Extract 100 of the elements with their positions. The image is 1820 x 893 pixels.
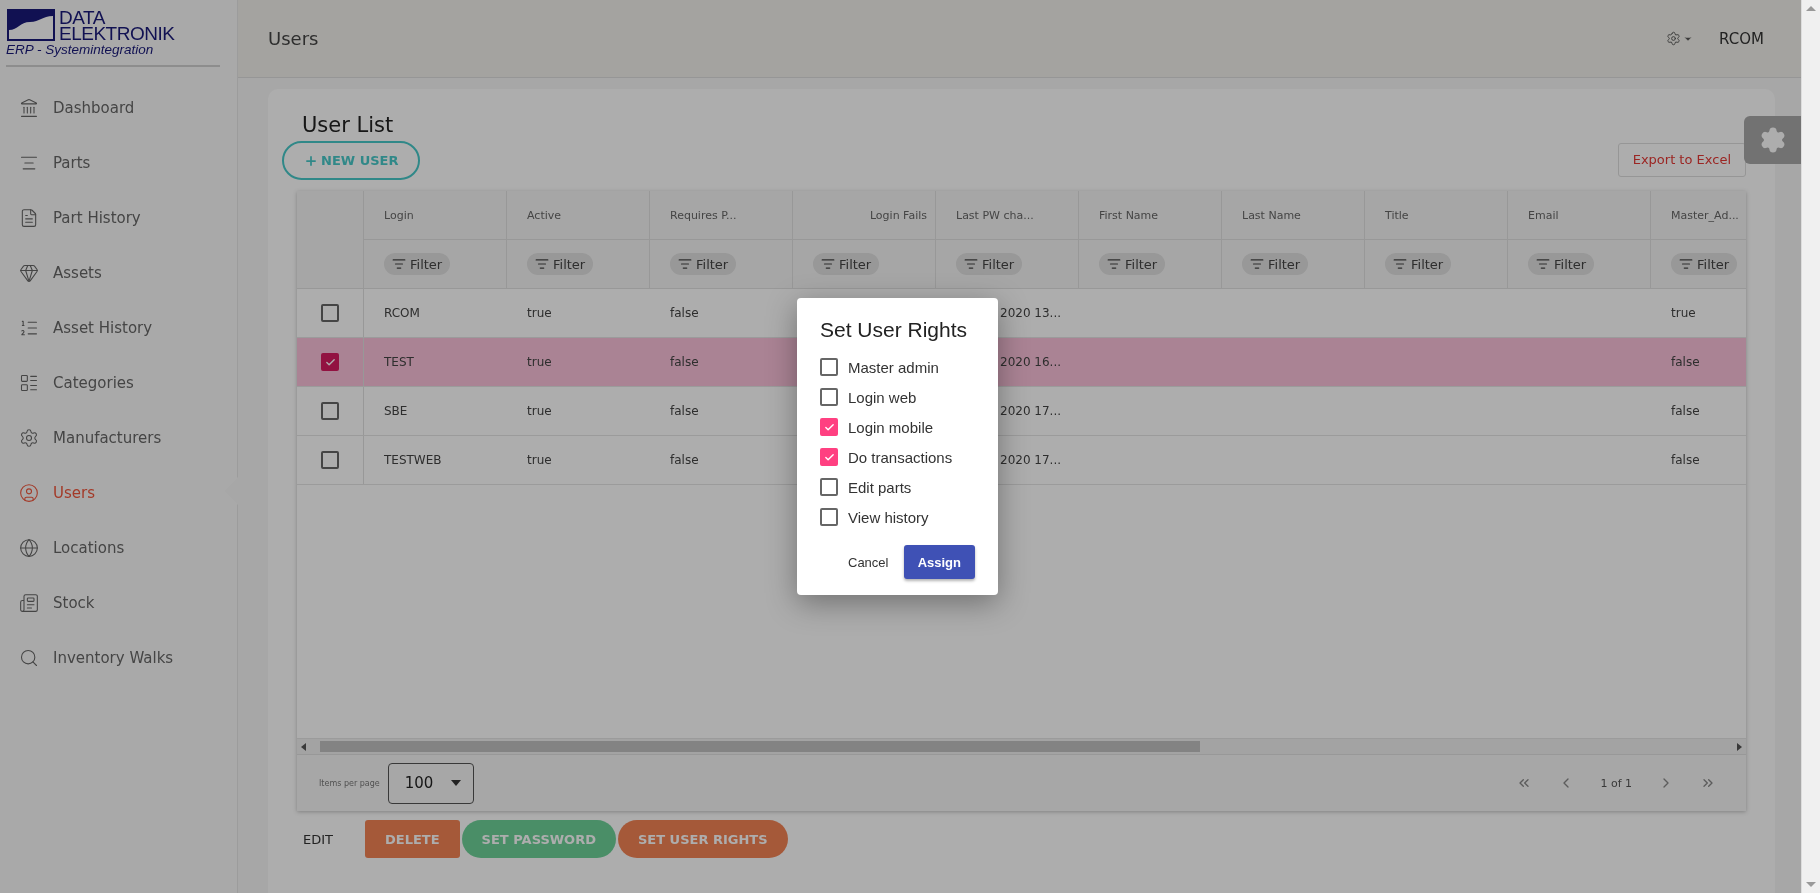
table-cell-text: false [669,305,700,322]
newspaper-icon [19,592,39,613]
table-cell-text: false [669,354,700,371]
sidebar-item[interactable]: Assets [0,245,237,300]
bank-icon [19,97,39,118]
plus-icon [304,153,318,168]
action-button[interactable]: DELETE [365,820,460,858]
logo-mark-icon [6,8,56,42]
check-icon [823,451,835,463]
sidebar-item[interactable]: Part History [0,190,237,245]
filter-button[interactable]: Filter [670,253,737,275]
table-cell-text: false [1670,452,1701,469]
action-button[interactable]: SET USER RIGHTS [617,820,788,858]
table-cell-text: true [526,305,553,322]
filter-icon [1679,257,1693,271]
rights-option[interactable]: View history [820,502,975,532]
column-header[interactable]: Login [364,191,507,240]
filter-button[interactable]: Filter [1385,253,1452,275]
sidebar-item[interactable]: Stock [0,575,237,630]
export-button[interactable]: Export to Excel [1617,142,1746,177]
document-icon [19,207,39,228]
filter-button[interactable]: Filter [384,253,451,275]
sidebar-item[interactable]: Dashboard [0,80,237,135]
globe-icon [19,537,39,558]
filter-button[interactable]: Filter [1528,253,1595,275]
page-info: 1 of 1 [1600,776,1632,790]
table-cell-text: SBE [383,403,409,420]
filter-button[interactable]: Filter [527,253,594,275]
option-label: View history [848,508,929,526]
row-checkbox[interactable] [321,304,339,322]
column-header[interactable]: Last PW cha... [936,191,1079,240]
diamond-icon [19,262,39,283]
column-header[interactable]: Requires P... [650,191,793,240]
table-cell-text: true [526,403,553,420]
check-icon [324,356,336,368]
sidebar-item[interactable]: Manufacturers [0,410,237,465]
rights-option[interactable]: Do transactions [820,442,975,472]
filter-button[interactable]: Filter [1671,253,1738,275]
column-header[interactable]: Title [1365,191,1508,240]
filter-icon [964,257,978,271]
table-cell-text: TESTWEB [383,452,443,469]
action-button[interactable]: EDIT [297,820,353,858]
filter-icon [1250,257,1264,271]
column-header[interactable]: Master_Ad... [1651,191,1746,240]
dialog-button[interactable]: Cancel [834,545,903,579]
sidebar-item[interactable]: Parts [0,135,237,190]
page-size-select[interactable]: 100 [387,762,474,804]
checkbox[interactable] [820,508,838,526]
card-title: User List [302,113,395,137]
column-header[interactable]: Last Name [1222,191,1365,240]
option-label: Login web [848,388,917,406]
logo-tagline: ERP - Systemintegration [6,42,155,57]
sidebar-item[interactable]: Users [0,465,237,520]
filter-button[interactable]: Filter [813,253,880,275]
logo-text: ELEKTRONIK [59,26,175,42]
table-cell-text: false [1670,354,1701,371]
column-header[interactable]: Login Fails [793,191,936,240]
filter-icon [1536,257,1550,271]
sidebar-item[interactable]: Categories [0,355,237,410]
sidebar-item[interactable]: Asset History [0,300,237,355]
dialog-button[interactable]: Assign [903,545,975,579]
horizontal-scrollbar[interactable] [297,738,1746,754]
checkbox[interactable] [820,448,838,466]
filter-icon [678,257,692,271]
page-title: Users [268,28,319,49]
row-checkbox[interactable] [321,451,339,469]
settings-menu-button[interactable] [1666,31,1694,46]
filter-button[interactable]: Filter [956,253,1023,275]
table-cell-text: true [1670,305,1697,322]
sidebar-item[interactable]: Locations [0,520,237,575]
row-checkbox[interactable] [321,353,339,371]
table-cell-text: RCOM [383,305,421,322]
row-checkbox[interactable] [321,402,339,420]
table-cell-text: 2020 17... [999,403,1063,420]
layout-list-icon [19,372,39,393]
settings-panel-button[interactable] [1744,116,1801,164]
filter-button[interactable]: Filter [1242,253,1309,275]
table-cell-text: false [669,452,700,469]
table-cell-text: true [526,452,553,469]
table-cell-text: false [669,403,700,420]
filter-icon [821,257,835,271]
browser-scrollbar[interactable] [1801,0,1820,893]
logo-text: DATA [59,10,106,26]
filter-icon [392,257,406,271]
option-label: Login mobile [848,418,934,436]
column-header[interactable]: Email [1508,191,1651,240]
gear-icon [1666,31,1682,46]
rights-option[interactable]: Master admin [820,352,975,382]
checkbox[interactable] [820,418,838,436]
table-cell-text: true [526,354,553,371]
checkbox[interactable] [820,358,838,376]
column-header[interactable]: First Name [1079,191,1222,240]
checkbox[interactable] [820,478,838,496]
option-label: Do transactions [848,448,953,466]
sidebar-item[interactable]: Inventory Walks [0,630,237,685]
column-header[interactable]: Active [507,191,650,240]
filter-icon [1107,257,1121,271]
user-name: RCOM [1719,29,1764,48]
checkbox[interactable] [820,388,838,406]
filter-button[interactable]: Filter [1099,253,1166,275]
